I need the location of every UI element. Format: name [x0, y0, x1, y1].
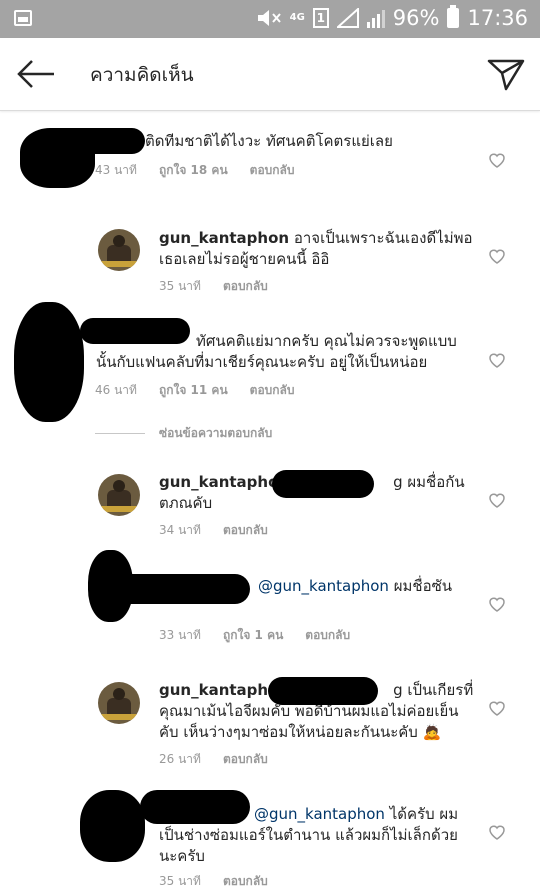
comment-meta: 43 นาที ถูกใจ 18 คน ตอบกลับ: [95, 161, 295, 180]
heart-icon[interactable]: [487, 822, 507, 842]
comment-text: ติดทีมชาติได้ไงวะ ทัศนคติโคตรแย่เลย: [145, 132, 393, 150]
heart-icon[interactable]: [487, 350, 507, 370]
divider: [95, 433, 145, 434]
clock: 17:36: [467, 6, 528, 30]
reply-button[interactable]: ตอบกลับ: [250, 161, 295, 180]
redaction: [14, 302, 84, 422]
username[interactable]: gun_kantaphon: [159, 473, 289, 491]
comment-likes[interactable]: ถูกใจ 18 คน: [159, 161, 228, 180]
avatar[interactable]: [98, 474, 140, 516]
heart-icon[interactable]: [487, 698, 507, 718]
reply-button[interactable]: ตอบกลับ: [223, 872, 268, 891]
comment-meta: 46 นาที ถูกใจ 11 คน ตอบกลับ: [95, 381, 295, 400]
comment-meta: 35 นาที ตอบกลับ: [159, 277, 268, 296]
comment-time: 26 นาที: [159, 752, 201, 766]
hide-replies-label: ซ่อนข้อความตอบกลับ: [159, 426, 273, 440]
mention-link[interactable]: @gun_kantaphon: [258, 577, 389, 595]
comment-likes[interactable]: ถูกใจ 1 คน: [223, 626, 283, 645]
avatar[interactable]: [98, 682, 140, 724]
reply-button[interactable]: ตอบกลับ: [223, 521, 268, 540]
signal-icon: [336, 8, 359, 28]
hide-replies-toggle[interactable]: ซ่อนข้อความตอบกลับ: [95, 424, 272, 443]
reply-button[interactable]: ตอบกลับ: [250, 381, 295, 400]
heart-icon[interactable]: [487, 594, 507, 614]
comment-meta: 26 นาที ตอบกลับ: [159, 750, 268, 769]
battery-icon: [447, 5, 460, 28]
image-notification-icon: [14, 10, 32, 26]
heart-icon[interactable]: [487, 150, 507, 170]
reply-button[interactable]: ตอบกลับ: [223, 277, 268, 296]
comment-time: 43 นาที: [95, 163, 137, 177]
username[interactable]: gun_kantaphon: [159, 229, 289, 247]
send-icon[interactable]: [486, 54, 526, 94]
comment-time: 33 นาที: [159, 628, 201, 642]
heart-icon[interactable]: [487, 490, 507, 510]
comment-time: 35 นาที: [159, 279, 201, 293]
avatar[interactable]: [98, 229, 140, 271]
comment-time: 46 นาที: [95, 383, 137, 397]
comment-text: ทัศนคติแย่มากครับ คุณไม่ควรจะพูดแบบ นั้น…: [96, 332, 457, 371]
status-bar: 4G 1 96% 17:36: [0, 0, 540, 38]
comment-meta: 33 นาที ถูกใจ 1 คน ตอบกลับ: [159, 626, 350, 645]
heart-icon[interactable]: [487, 246, 507, 266]
app-bar: ความคิดเห็น: [0, 38, 540, 111]
reply-button[interactable]: ตอบกลับ: [223, 750, 268, 769]
battery-percent: 96%: [392, 6, 440, 30]
comment-text: @gun_kantaphon ได้ครับ ผม เป็นช่างซ่อมแอ…: [159, 805, 459, 865]
comment-meta: 34 นาที ตอบกลับ: [159, 521, 268, 540]
comment-time: 35 นาที: [159, 874, 201, 888]
comment-time: 34 นาที: [159, 523, 201, 537]
network-type: 4G: [289, 12, 305, 23]
signal-bars-icon: [366, 8, 385, 28]
back-arrow-icon[interactable]: [14, 56, 58, 92]
comment-text: @gun_kantaphon ผมชื่อซัน: [258, 577, 453, 595]
redaction: [80, 790, 145, 862]
comment-likes[interactable]: ถูกใจ 11 คน: [159, 381, 228, 400]
comment-meta: 35 นาที ตอบกลับ: [159, 872, 268, 891]
redaction: [272, 470, 374, 498]
mute-icon: [257, 10, 281, 26]
sim-slot: 1: [312, 8, 329, 28]
comment-text: gun_kantaphon อาจเป็นเพราะฉันเองดีไม่พอ …: [159, 229, 473, 268]
reply-button[interactable]: ตอบกลับ: [305, 626, 350, 645]
mention-link[interactable]: @gun_kantaphon: [254, 805, 385, 823]
page-title: ความคิดเห็น: [90, 64, 194, 86]
redaction: [268, 677, 378, 705]
redaction: [50, 128, 145, 154]
redaction: [100, 574, 250, 604]
